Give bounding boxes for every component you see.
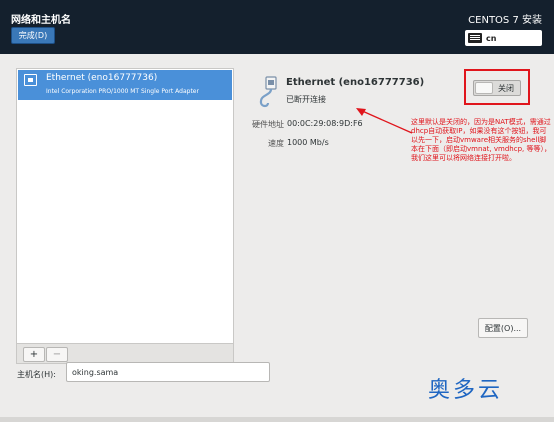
network-cable-icon — [259, 76, 277, 108]
network-device-list: Ethernet (eno16777736) Intel Corporation… — [16, 68, 234, 344]
add-device-button[interactable]: + — [23, 347, 45, 362]
install-title: CENTOS 7 安装 — [468, 15, 542, 26]
keyboard-icon — [468, 33, 482, 43]
top-bar: 网络和主机名 完成(D) CENTOS 7 安装 cn — [0, 0, 554, 54]
hardware-address-value: 00:0C:29:08:9D:F6 — [287, 119, 363, 128]
page-title: 网络和主机名 — [11, 15, 71, 26]
connection-status: 已断开连接 — [286, 95, 326, 104]
remove-device-button[interactable]: − — [46, 347, 68, 362]
ethernet-port-icon — [24, 74, 37, 86]
device-title: Ethernet (eno16777736) — [286, 77, 425, 88]
keyboard-layout-indicator[interactable]: cn — [465, 30, 542, 46]
device-list-item-name: Ethernet (eno16777736) — [46, 73, 158, 83]
speed-label: 速度 — [268, 139, 284, 148]
keyboard-layout-label: cn — [486, 33, 497, 43]
hardware-address-label: 硬件地址 — [252, 120, 284, 129]
hostname-input[interactable] — [66, 362, 270, 382]
device-list-item-description: Intel Corporation PRO/1000 MT Single Por… — [46, 88, 199, 95]
toggle-state-label: 关闭 — [498, 84, 514, 93]
configure-button[interactable]: 配置(O)... — [478, 318, 528, 338]
device-list-toolbar: + − — [16, 344, 234, 364]
annotation-note: 这里默认是关闭的，因为是NAT模式，需通过dhcp自动获取IP，如果没有这个按钮… — [411, 118, 551, 162]
network-hostname-panel: Ethernet (eno16777736) Intel Corporation… — [0, 54, 554, 422]
toggle-highlight-box: 关闭 — [464, 69, 530, 105]
connection-toggle-switch[interactable]: 关闭 — [473, 80, 521, 96]
hostname-label: 主机名(H): — [17, 370, 56, 379]
watermark-logo: 奥多云 — [428, 378, 504, 403]
device-list-item[interactable]: Ethernet (eno16777736) Intel Corporation… — [18, 70, 232, 100]
speed-value: 1000 Mb/s — [287, 138, 329, 147]
bottom-strip — [0, 417, 554, 422]
annotation-arrow — [356, 108, 413, 134]
done-button[interactable]: 完成(D) — [11, 27, 55, 44]
toggle-knob[interactable] — [475, 82, 493, 94]
